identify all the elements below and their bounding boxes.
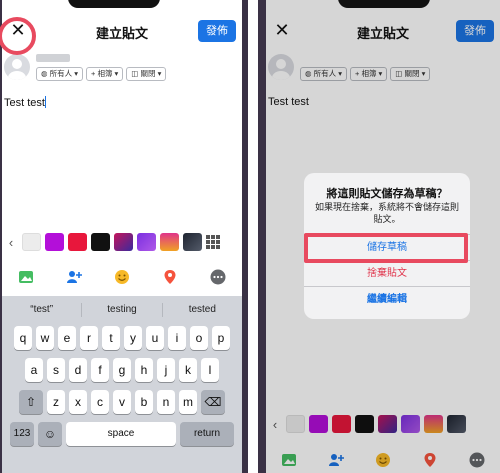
key-row-4: 123 ☺ space return	[2, 422, 242, 446]
phone-notch	[338, 0, 430, 8]
chevron-left-icon[interactable]: ‹	[4, 235, 18, 250]
phone-notch	[68, 0, 160, 8]
key[interactable]: g	[113, 358, 131, 382]
key[interactable]: q	[14, 326, 32, 350]
key[interactable]: p	[212, 326, 230, 350]
key[interactable]: y	[124, 326, 142, 350]
instagram-chip[interactable]: ◫ 關閉 ▾	[126, 67, 167, 81]
author-name-redacted	[36, 54, 70, 62]
publish-button[interactable]: 發佈	[198, 20, 236, 42]
key-row-1: q w e r t y u i o p	[2, 326, 242, 350]
photo-icon[interactable]	[17, 268, 35, 286]
suggestion-item[interactable]: “test”	[2, 300, 81, 320]
create-post-header: ✕ 建立貼文 發佈	[2, 14, 242, 48]
key[interactable]: z	[47, 390, 65, 414]
color-swatch[interactable]	[91, 233, 110, 251]
post-tools-bar	[2, 262, 242, 292]
post-text-field[interactable]: Test test	[4, 96, 46, 109]
key[interactable]: k	[179, 358, 197, 382]
space-key[interactable]: space	[66, 422, 176, 446]
color-swatch[interactable]	[45, 233, 64, 251]
key[interactable]: e	[58, 326, 76, 350]
key[interactable]: u	[146, 326, 164, 350]
key[interactable]: w	[36, 326, 54, 350]
avatar	[4, 54, 30, 80]
numbers-key[interactable]: 123	[10, 422, 34, 446]
color-swatch[interactable]	[114, 233, 133, 251]
audience-chip[interactable]: ◍ 所有人 ▾	[36, 67, 83, 81]
dialog-message: 如果現在捨棄，系統將不會儲存這則貼文。	[314, 202, 459, 224]
suggestion-item[interactable]: testing	[82, 300, 161, 320]
key[interactable]: j	[157, 358, 175, 382]
key[interactable]: r	[80, 326, 98, 350]
key[interactable]: v	[113, 390, 131, 414]
location-icon[interactable]	[161, 268, 179, 286]
emoji-keyboard-icon[interactable]: ☺	[38, 422, 62, 446]
key[interactable]: n	[157, 390, 175, 414]
dialog-title: 將這則貼文儲存為草稿？	[326, 188, 448, 200]
key[interactable]: f	[91, 358, 109, 382]
key-row-2: a s d f g h j k l	[2, 358, 242, 382]
key[interactable]: b	[135, 390, 153, 414]
key[interactable]: c	[91, 390, 109, 414]
key[interactable]: x	[69, 390, 87, 414]
save-draft-highlight-box	[304, 233, 468, 263]
emoji-icon[interactable]	[113, 268, 131, 286]
left-phone: ✕ 建立貼文 發佈 ◍ 所有人 ▾ + 相簿 ▾ ◫ 關閉 ▾ Test tes…	[0, 0, 248, 473]
key[interactable]: l	[201, 358, 219, 382]
screenshot-stage: ✕ 建立貼文 發佈 ◍ 所有人 ▾ + 相簿 ▾ ◫ 關閉 ▾ Test tes…	[0, 0, 500, 473]
key[interactable]: m	[179, 390, 197, 414]
color-swatch[interactable]	[68, 233, 87, 251]
audience-chips: ◍ 所有人 ▾ + 相簿 ▾ ◫ 關閉 ▾	[36, 67, 167, 81]
color-swatch[interactable]	[160, 233, 179, 251]
grid-icon[interactable]	[206, 235, 220, 249]
key[interactable]: s	[47, 358, 65, 382]
shift-icon[interactable]: ⇧	[19, 390, 43, 414]
tag-people-icon[interactable]	[65, 268, 83, 286]
album-chip[interactable]: + 相簿 ▾	[86, 67, 124, 81]
author-row: ◍ 所有人 ▾ + 相簿 ▾ ◫ 關閉 ▾	[4, 54, 242, 88]
color-swatch[interactable]	[137, 233, 156, 251]
continue-editing-button[interactable]: 繼續編輯	[304, 286, 470, 312]
text-cursor	[44, 96, 46, 108]
return-key[interactable]: return	[180, 422, 234, 446]
color-swatch[interactable]	[183, 233, 202, 251]
key[interactable]: t	[102, 326, 120, 350]
color-swatch[interactable]	[22, 233, 41, 251]
discard-post-button[interactable]: 捨棄貼文	[304, 260, 470, 286]
background-color-row: ‹	[2, 231, 242, 253]
suggestion-bar: “test” testing tested	[2, 300, 242, 320]
left-screen: ✕ 建立貼文 發佈 ◍ 所有人 ▾ + 相簿 ▾ ◫ 關閉 ▾ Test tes…	[2, 0, 242, 473]
backspace-icon[interactable]: ⌫	[201, 390, 225, 414]
keyboard: “test” testing tested q w e r t y u i o	[2, 296, 242, 473]
key[interactable]: d	[69, 358, 87, 382]
key[interactable]: o	[190, 326, 208, 350]
key-row-3: ⇧ z x c v b n m ⌫	[2, 390, 242, 414]
key[interactable]: h	[135, 358, 153, 382]
key[interactable]: i	[168, 326, 186, 350]
more-icon[interactable]	[209, 268, 227, 286]
globe-icon: ◍	[41, 69, 50, 78]
suggestion-item[interactable]: tested	[163, 300, 242, 320]
key[interactable]: a	[25, 358, 43, 382]
